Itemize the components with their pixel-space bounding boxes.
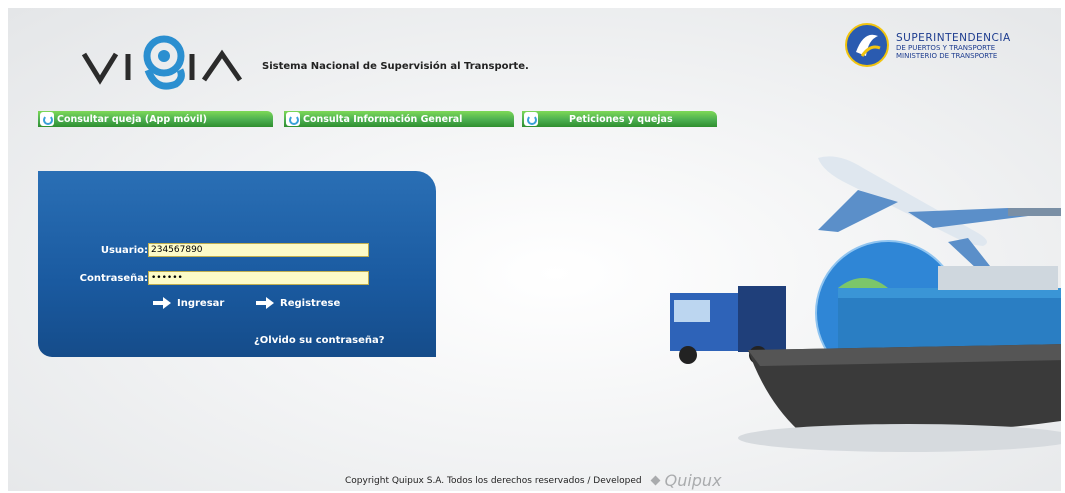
tab-consultar-queja[interactable]: Consultar queja (App móvil) [38, 111, 273, 127]
login-button-label: Ingresar [177, 297, 225, 309]
tab-label: Consulta Información General [303, 113, 463, 125]
tab-peticiones-quejas[interactable]: Peticiones y quejas [522, 111, 717, 127]
password-label: Contraseña: [79, 273, 148, 284]
diamond-icon [650, 475, 661, 486]
agency-line1: SUPERINTENDENCIA [896, 32, 1011, 44]
refresh-icon [286, 112, 300, 126]
user-label: Usuario: [100, 245, 148, 256]
login-button[interactable]: Ingresar [153, 297, 224, 309]
forgot-password-link[interactable]: ¿Olvido su contraseña? [254, 335, 385, 346]
superintendencia-logo: SUPERINTENDENCIA DE PUERTOS Y TRANSPORTE… [844, 22, 1054, 72]
refresh-icon [524, 112, 538, 126]
tab-label: Peticiones y quejas [569, 113, 673, 125]
tab-label: Consultar queja (App móvil) [57, 113, 207, 125]
agency-line2: DE PUERTOS Y TRANSPORTE [896, 44, 996, 52]
tab-consulta-informacion[interactable]: Consulta Información General [284, 111, 514, 127]
transport-illustration [670, 156, 1061, 452]
footer: Copyright Quipux S.A. Todos los derechos… [345, 471, 722, 490]
refresh-icon [40, 112, 54, 126]
arrow-right-icon [153, 297, 171, 309]
password-input[interactable] [148, 271, 369, 285]
register-button-label: Registrese [280, 297, 341, 309]
quipux-brand: Quipux [664, 471, 722, 490]
login-panel: Usuario: Contraseña: Ingresar Registrese… [38, 171, 436, 357]
user-input[interactable] [148, 243, 369, 257]
system-title: Sistema Nacional de Supervisión al Trans… [262, 61, 529, 72]
copyright-text: Copyright Quipux S.A. Todos los derechos… [345, 475, 642, 486]
register-button[interactable]: Registrese [256, 297, 340, 309]
agency-line3: MINISTERIO DE TRANSPORTE [896, 52, 998, 60]
quipux-logo: Quipux [650, 471, 722, 490]
arrow-right-icon [256, 297, 274, 309]
agency-seal-icon [845, 23, 889, 67]
vigia-logo [81, 35, 243, 90]
page-frame: Sistema Nacional de Supervisión al Trans… [8, 8, 1061, 491]
